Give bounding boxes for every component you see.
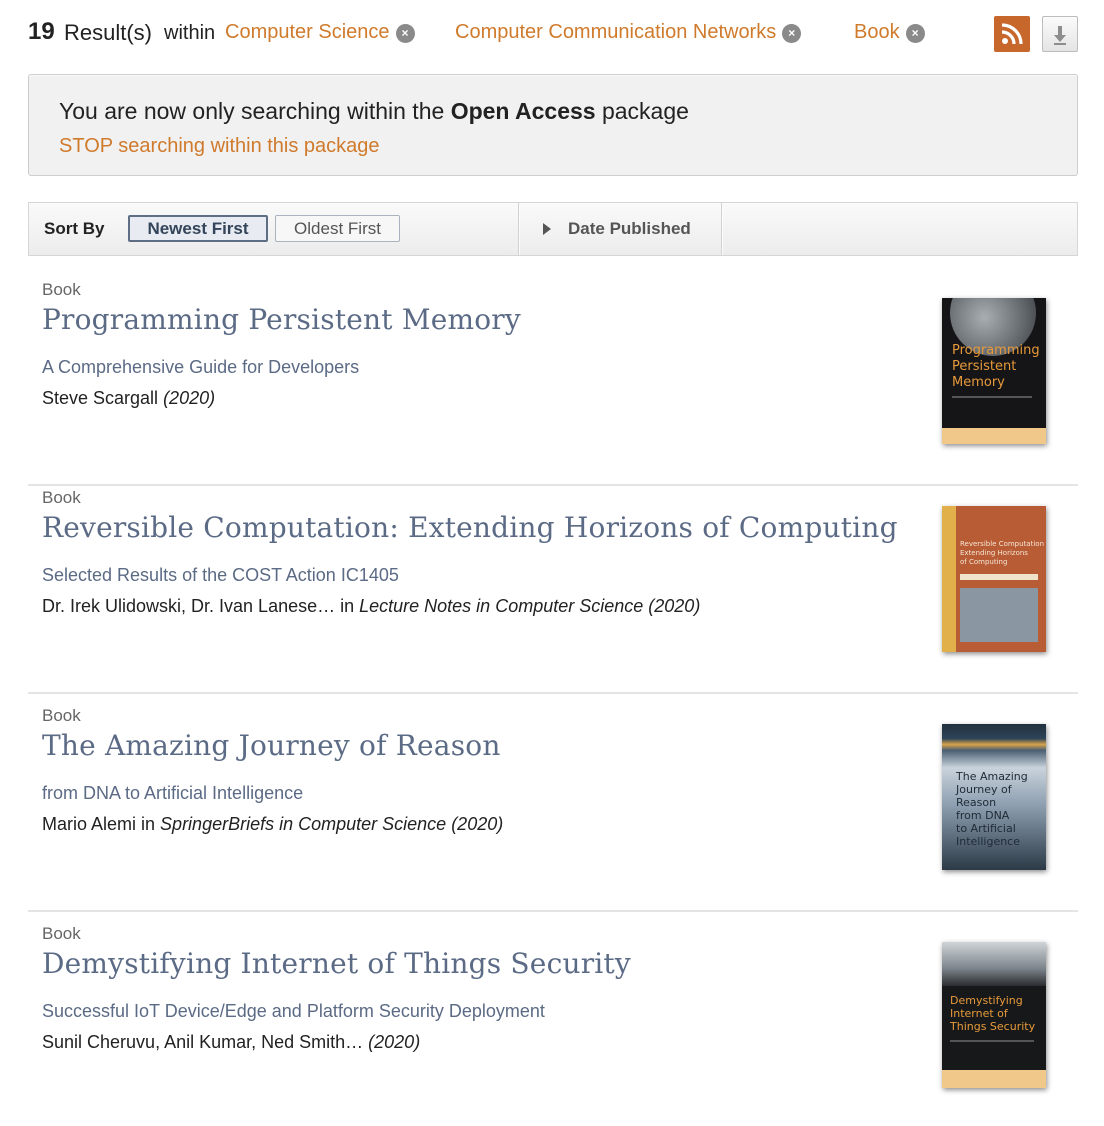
book-cover-image[interactable]: Programming Persistent Memory (942, 298, 1046, 444)
result-item: Book Reversible Computation: Extending H… (28, 478, 1078, 694)
result-type: Book (42, 488, 81, 507)
author-names[interactable]: Mario Alemi (42, 814, 136, 834)
result-authors: Sunil Cheruvu, Anil Kumar, Ned Smith… (2… (42, 1032, 420, 1053)
result-item: Book Programming Persistent Memory A Com… (28, 270, 1078, 486)
sort-newest-button[interactable]: Newest First (128, 215, 268, 242)
cover-rule (952, 396, 1032, 398)
facet-computer-science[interactable]: Computer Science × (225, 21, 415, 44)
result-type: Book (42, 924, 81, 943)
result-item: Book The Amazing Journey of Reason from … (28, 696, 1078, 912)
result-subtitle: A Comprehensive Guide for Developers (42, 357, 360, 377)
facet-label: Computer Communication Networks (455, 21, 777, 43)
series-link[interactable]: SpringerBriefs in Computer Science (160, 814, 446, 834)
download-icon (1054, 26, 1066, 45)
facet-computer-communication-networks[interactable]: Computer Communication Networks × (455, 21, 802, 44)
book-cover-image[interactable]: Demystifying Internet of Things Security (942, 942, 1046, 1088)
result-title-link[interactable]: The Amazing Journey of Reason (42, 729, 501, 762)
result-subtitle: from DNA to Artificial Intelligence (42, 783, 304, 803)
cover-spine-stripe (942, 506, 956, 652)
facet-label: Book (854, 21, 900, 43)
sort-bar: Sort By Newest First Oldest First Date P… (28, 202, 1078, 256)
rss-icon (1001, 23, 1023, 45)
download-button[interactable] (1042, 16, 1078, 52)
sort-divider (721, 203, 722, 255)
book-cover-image[interactable]: Reversible Computation Extending Horizon… (942, 506, 1046, 652)
result-type: Book (42, 706, 81, 725)
result-item: Book Demystifying Internet of Things Sec… (28, 914, 1078, 1126)
result-year: (2020) (446, 814, 504, 834)
sort-label: Sort By (44, 219, 105, 238)
cover-rule (960, 574, 1038, 580)
series-prefix: in (335, 596, 360, 616)
open-access-notice: You are now only searching within the Op… (28, 74, 1078, 176)
sort-divider (518, 203, 519, 255)
cover-rule (950, 1040, 1034, 1042)
cover-title: Demystifying Internet of Things Security (950, 994, 1036, 1033)
result-authors: Steve Scargall (2020) (42, 388, 215, 409)
result-count-label: Result(s) (64, 20, 153, 45)
series-prefix: in (136, 814, 161, 834)
result-title-link[interactable]: Demystifying Internet of Things Security (42, 947, 631, 980)
author-names[interactable]: Sunil Cheruvu, Anil Kumar, Ned Smith… (42, 1032, 368, 1052)
package-name: Open Access (450, 98, 596, 124)
book-cover-image[interactable]: The Amazing Journey of Reason from DNA t… (942, 724, 1046, 870)
result-type: Book (42, 280, 81, 299)
cover-title: Reversible Computation Extending Horizon… (960, 540, 1045, 566)
result-title-link[interactable]: Reversible Computation: Extending Horizo… (42, 511, 898, 544)
result-authors: Mario Alemi in SpringerBriefs in Compute… (42, 814, 503, 835)
notice-text: You are now only searching within the Op… (59, 98, 689, 125)
result-subtitle: Successful IoT Device/Edge and Platform … (42, 1001, 545, 1021)
close-icon[interactable]: × (782, 24, 802, 43)
series-link[interactable]: Lecture Notes in Computer Science (359, 596, 643, 616)
stop-searching-link[interactable]: STOP searching within this package (59, 135, 380, 158)
result-year: (2020) (163, 388, 216, 408)
facet-book[interactable]: Book × (854, 21, 925, 44)
close-icon[interactable]: × (905, 24, 925, 43)
cover-illustration (960, 588, 1038, 642)
result-title-link[interactable]: Programming Persistent Memory (42, 303, 521, 336)
cover-band (942, 428, 1046, 444)
date-published-label: Date Published (568, 219, 691, 238)
date-published-filter[interactable]: Date Published (543, 219, 691, 239)
within-label: within (164, 22, 216, 44)
sort-oldest-button[interactable]: Oldest First (275, 215, 400, 242)
result-authors: Dr. Irek Ulidowski, Dr. Ivan Lanese… in … (42, 596, 700, 617)
cover-band (942, 1070, 1046, 1088)
cover-title: Programming Persistent Memory (952, 343, 1040, 390)
facet-label: Computer Science (225, 21, 390, 43)
close-icon[interactable]: × (395, 24, 415, 43)
author-names[interactable]: Steve Scargall (42, 388, 163, 408)
notice-text-after: package (595, 98, 689, 124)
caret-right-icon (543, 223, 551, 235)
rss-button[interactable] (994, 16, 1030, 52)
results-header: 19 Result(s) within Computer Science × Co… (28, 14, 1078, 54)
result-count: 19 (28, 18, 55, 45)
result-subtitle: Selected Results of the COST Action IC14… (42, 565, 399, 585)
notice-text-before: You are now only searching within the (59, 98, 451, 124)
result-year: (2020) (368, 1032, 421, 1052)
author-names[interactable]: Dr. Irek Ulidowski, Dr. Ivan Lanese… (42, 596, 335, 616)
result-year: (2020) (643, 596, 701, 616)
cover-title: The Amazing Journey of Reason from DNA t… (956, 770, 1028, 848)
cover-mountain-graphic (942, 942, 1046, 986)
